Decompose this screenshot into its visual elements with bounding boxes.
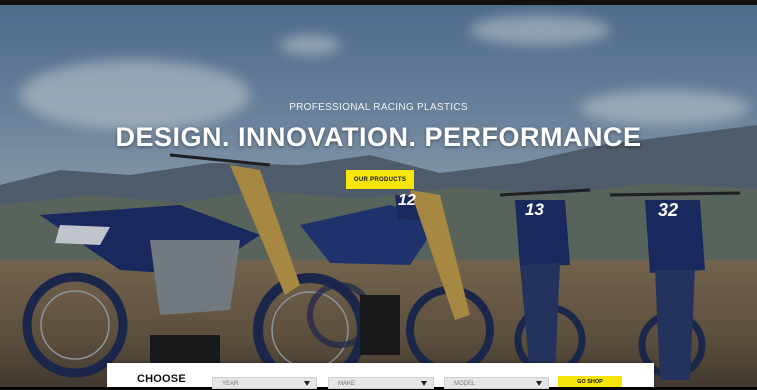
hero-overlay <box>0 5 757 387</box>
vehicle-finder: CHOOSE YEAR MAKE MODEL GO SHOP <box>107 363 654 389</box>
model-select[interactable]: MODEL <box>444 377 549 389</box>
model-select-placeholder: MODEL <box>454 381 476 387</box>
chevron-down-icon <box>536 381 542 386</box>
year-select[interactable]: YEAR <box>212 377 317 389</box>
hero-headline: DESIGN. INNOVATION. PERFORMANCE <box>115 122 642 152</box>
our-products-button[interactable]: OUR PRODUCTS <box>346 170 414 189</box>
hero-tagline: PROFESSIONAL RACING PLASTICS <box>289 102 468 113</box>
finder-title: CHOOSE <box>137 373 186 385</box>
make-select-placeholder: MAKE <box>338 381 356 387</box>
chevron-down-icon <box>421 381 427 386</box>
plate-number: 32 <box>658 200 679 220</box>
go-shop-button[interactable]: GO SHOP <box>558 376 622 387</box>
year-select-placeholder: YEAR <box>222 381 239 387</box>
hero-banner: 12 13 32 <box>0 5 757 387</box>
chevron-down-icon <box>304 381 310 386</box>
plate-number: 13 <box>525 200 544 219</box>
plate-number: 12 <box>398 192 416 209</box>
make-select[interactable]: MAKE <box>328 377 434 389</box>
